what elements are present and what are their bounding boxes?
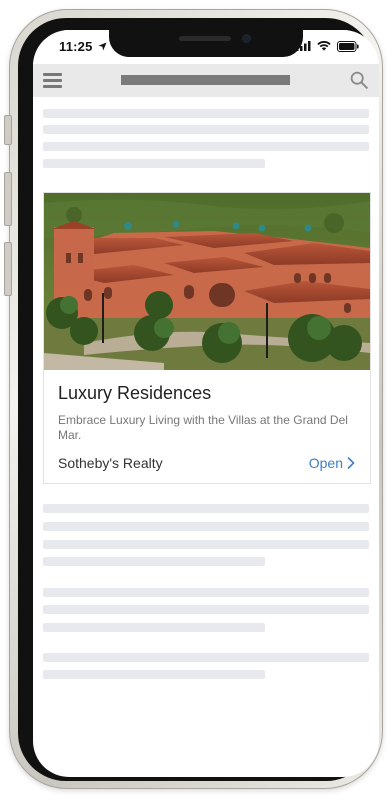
open-label[interactable]: Open [309, 455, 343, 471]
chevron-right-icon[interactable] [347, 457, 355, 469]
ad-card[interactable]: Luxury Residences Embrace Luxury Living … [43, 192, 371, 484]
open-link[interactable]: Open [309, 455, 355, 471]
mute-switch [4, 115, 12, 145]
placeholder-line [43, 605, 369, 614]
placeholder-line [43, 109, 369, 118]
signal-icon [296, 41, 311, 51]
app-header [33, 64, 379, 97]
card-source: Sotheby's Realty [58, 455, 163, 471]
placeholder-line [43, 504, 369, 513]
card-title[interactable]: Luxury Residences [58, 383, 211, 404]
notch [109, 30, 303, 57]
placeholder-line [43, 557, 265, 566]
volume-down-button [4, 242, 12, 296]
front-camera [242, 34, 251, 43]
placeholder-line [43, 540, 369, 549]
wifi-icon [317, 41, 331, 51]
search-icon[interactable] [350, 71, 368, 89]
time-label: 11:25 [59, 39, 93, 54]
header-title-placeholder [121, 75, 290, 85]
card-description: Embrace Luxury Living with the Villas at… [58, 413, 348, 442]
status-bar: 11:25 [33, 30, 379, 64]
location-arrow-icon [98, 42, 107, 51]
placeholder-line [43, 588, 369, 597]
placeholder-line [43, 653, 369, 662]
volume-up-button [4, 172, 12, 226]
card-image[interactable] [44, 193, 370, 370]
placeholder-line [43, 159, 265, 168]
status-icons [296, 40, 359, 52]
villa-photo [44, 193, 370, 370]
placeholder-line [43, 522, 369, 531]
battery-icon [337, 40, 359, 52]
status-time: 11:25 [59, 39, 107, 54]
placeholder-line [43, 623, 265, 632]
hamburger-menu-icon[interactable] [43, 73, 62, 88]
placeholder-line [43, 670, 265, 679]
speaker-grille [179, 36, 231, 41]
placeholder-line [43, 142, 369, 151]
placeholder-line [43, 125, 369, 134]
phone-screen: 11:25 Luxury Residences Embrace Luxury L… [33, 30, 379, 777]
